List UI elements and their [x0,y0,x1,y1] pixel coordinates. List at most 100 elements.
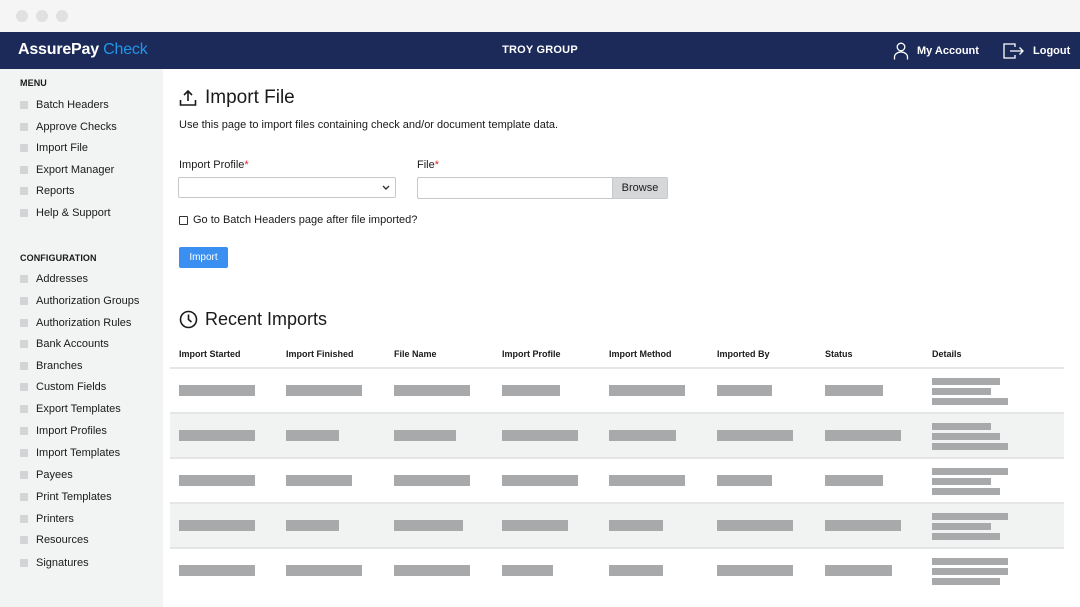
redacted-cell-placeholder [179,385,255,396]
redacted-cell-placeholder [394,565,470,576]
brand-primary: AssurePay [18,41,99,58]
column-header-status[interactable]: Status [825,349,853,359]
import-profile-select[interactable] [178,177,396,198]
redacted-cell-placeholder [609,565,663,576]
sidebar-item-label: Authorization Groups [36,295,140,307]
sidebar-item-label: Help & Support [36,207,111,219]
sidebar-item-import-templates[interactable]: Import Templates [20,445,120,461]
sidebar-item-label: Branches [36,360,83,372]
recent-imports-table: Import Started Import Finished File Name… [170,344,1064,594]
brand-secondary: Check [103,41,148,58]
bullet-icon [20,405,28,413]
sidebar-item-export-templates[interactable]: Export Templates [20,401,121,417]
sidebar-item-label: Bank Accounts [36,338,109,350]
sidebar-item-reports[interactable]: Reports [20,183,75,199]
sidebar-item-batch-headers[interactable]: Batch Headers [20,97,109,113]
table-row[interactable] [170,504,1064,549]
upload-icon [179,89,197,106]
redacted-detail-line [932,578,1000,585]
redacted-cell-placeholder [286,475,352,486]
window-close-button[interactable] [16,10,28,22]
table-body [170,369,1064,594]
redacted-cell-placeholder [286,520,339,531]
redacted-detail-line [932,513,1008,520]
sidebar-item-payees[interactable]: Payees [20,467,73,483]
column-header-details[interactable]: Details [932,349,962,359]
redacted-cell-placeholder [179,475,255,486]
column-header-import-finished[interactable]: Import Finished [286,349,354,359]
redacted-detail-line [932,443,1008,450]
go-to-batch-headers-option[interactable]: Go to Batch Headers page after file impo… [179,214,417,226]
window-minimize-button[interactable] [36,10,48,22]
redacted-cell-placeholder [717,520,793,531]
sidebar-item-label: Export Manager [36,164,115,176]
column-header-imported-by[interactable]: Imported By [717,349,770,359]
window-titlebar [0,0,1080,32]
my-account-link[interactable]: My Account [893,38,979,63]
redacted-cell-placeholder [609,385,685,396]
logout-link[interactable]: Logout [1003,38,1070,63]
redacted-cell-placeholder [825,520,901,531]
chevron-down-icon [382,185,390,190]
import-button[interactable]: Import [179,247,228,268]
sidebar-item-label: Export Templates [36,403,121,415]
page-title-text: Import File [205,87,295,108]
sidebar-item-label: Custom Fields [36,381,107,393]
column-header-file-name[interactable]: File Name [394,349,437,359]
table-row[interactable] [170,414,1064,459]
logout-icon [1003,42,1024,59]
bullet-icon [20,209,28,217]
redacted-detail-line [932,568,1008,575]
bullet-icon [20,536,28,544]
sidebar-item-help-support[interactable]: Help & Support [20,205,111,221]
redacted-cell-placeholder [825,475,883,486]
file-path-input[interactable] [417,177,613,199]
sidebar-item-label: Authorization Rules [36,317,132,329]
sidebar-item-printers[interactable]: Printers [20,511,74,527]
sidebar-item-bank-accounts[interactable]: Bank Accounts [20,336,109,352]
bullet-icon [20,471,28,479]
sidebar-item-approve-checks[interactable]: Approve Checks [20,119,117,135]
sidebar-item-label: Addresses [36,273,88,285]
brand-logo[interactable]: AssurePay Check [18,41,148,59]
bullet-icon [20,383,28,391]
bullet-icon [20,319,28,327]
bullet-icon [20,144,28,152]
redacted-detail-line [932,398,1008,405]
sidebar-item-export-manager[interactable]: Export Manager [20,162,114,178]
redacted-cell-placeholder [502,430,578,441]
sidebar-item-signatures[interactable]: Signatures [20,555,89,571]
bullet-icon [20,101,28,109]
sidebar-item-import-profiles[interactable]: Import Profiles [20,423,107,439]
redacted-cell-placeholder [717,565,793,576]
go-to-batch-headers-checkbox[interactable] [179,215,188,225]
my-account-label: My Account [917,44,979,57]
column-header-import-started[interactable]: Import Started [179,349,241,359]
bullet-icon [20,187,28,195]
recent-imports-title-text: Recent Imports [205,309,328,329]
sidebar-item-addresses[interactable]: Addresses [20,271,88,287]
configuration-section-title: CONFIGURATION [20,253,97,263]
table-row[interactable] [170,549,1064,594]
redacted-cell-placeholder [394,475,470,486]
sidebar-item-print-templates[interactable]: Print Templates [20,489,112,505]
bullet-icon [20,275,28,283]
table-row[interactable] [170,459,1064,504]
redacted-detail-line [932,523,991,530]
redacted-cell-placeholder [609,475,685,486]
sidebar-item-import-file[interactable]: Import File [20,140,88,156]
sidebar-item-authorization-groups[interactable]: Authorization Groups [20,293,139,309]
sidebar-item-custom-fields[interactable]: Custom Fields [20,379,106,395]
sidebar-item-branches[interactable]: Branches [20,358,82,374]
page-title: Import File [179,87,295,109]
browse-button[interactable]: Browse [612,177,668,199]
sidebar-item-authorization-rules[interactable]: Authorization Rules [20,315,131,331]
bullet-icon [20,297,28,305]
window-maximize-button[interactable] [56,10,68,22]
sidebar-item-resources[interactable]: Resources [20,532,89,548]
redacted-detail-line [932,468,1008,475]
table-row[interactable] [170,369,1064,414]
column-header-import-method[interactable]: Import Method [609,349,672,359]
redacted-cell-placeholder [825,565,892,576]
column-header-import-profile[interactable]: Import Profile [502,349,561,359]
